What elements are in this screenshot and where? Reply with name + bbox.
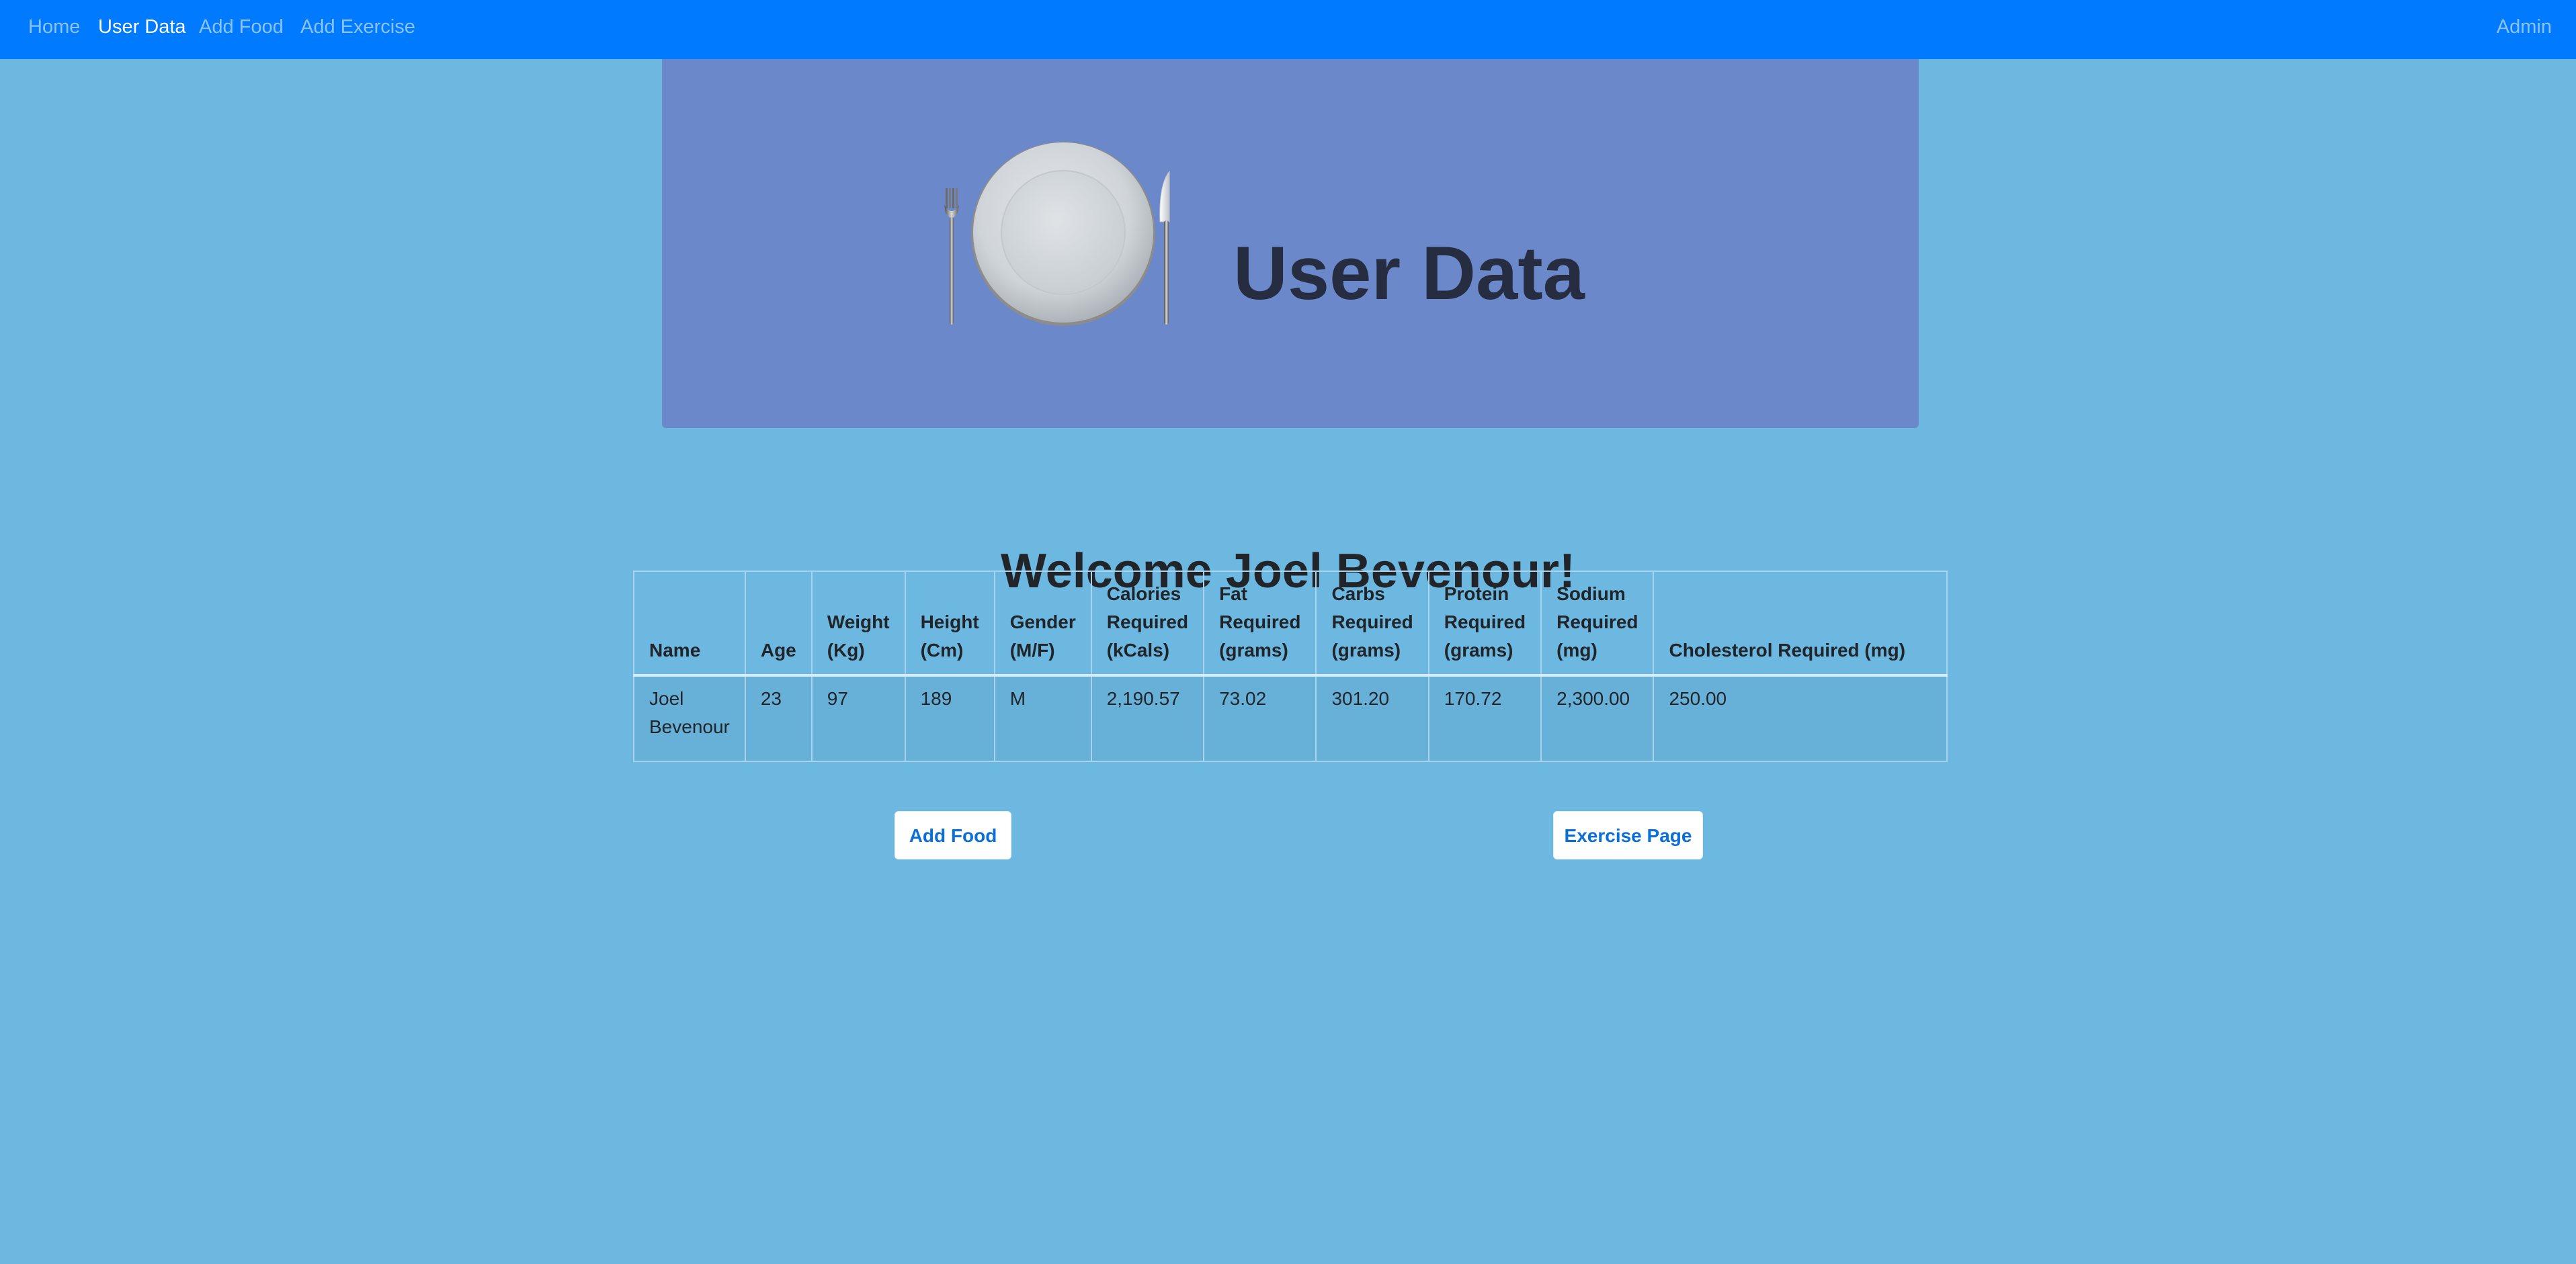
cell-cholesterol: 250.00	[1653, 675, 1948, 762]
header-name: Name	[633, 571, 746, 677]
header-carbs: Carbs Required (grams)	[1315, 571, 1429, 677]
header-gender: Gender (M/F)	[993, 571, 1092, 677]
table-header-row: Name Age Weight (Kg) Height (Cm) Gender …	[633, 571, 1948, 677]
header-sodium: Sodium Required (mg)	[1540, 571, 1655, 677]
cell-name: Joel Bevenour	[633, 675, 746, 762]
cell-sodium: 2,300.00	[1540, 675, 1655, 762]
cell-carbs: 301.20	[1315, 675, 1429, 762]
header-calories: Calories Required (kCals)	[1090, 571, 1205, 677]
nav-link-user-data[interactable]: User Data	[98, 15, 186, 39]
knife-icon	[1159, 170, 1170, 325]
header-weight: Weight (Kg)	[811, 571, 906, 677]
nav-link-add-food[interactable]: Add Food	[199, 15, 284, 39]
plate-fork-knife-icon	[944, 142, 1170, 326]
add-food-button[interactable]: Add Food	[895, 811, 1011, 859]
cell-fat: 73.02	[1203, 675, 1317, 762]
header-height: Height (Cm)	[904, 571, 995, 677]
nav-link-home[interactable]: Home	[28, 15, 80, 39]
header-fat: Fat Required (grams)	[1203, 571, 1317, 677]
cell-weight: 97	[811, 675, 906, 762]
cell-calories: 2,190.57	[1090, 675, 1205, 762]
nav-link-admin[interactable]: Admin	[2497, 15, 2552, 39]
fork-icon	[944, 188, 959, 325]
nav-link-add-exercise[interactable]: Add Exercise	[300, 15, 415, 39]
plate-icon	[971, 142, 1155, 326]
header-age: Age	[744, 571, 813, 677]
top-navbar: Home User Data Add Food Add Exercise Adm…	[0, 0, 2576, 59]
page-title: User Data	[1233, 231, 1585, 316]
cell-age: 23	[744, 675, 813, 762]
user-data-table: Name Age Weight (Kg) Height (Cm) Gender …	[633, 571, 1948, 762]
header-cholesterol: Cholesterol Required (mg)	[1653, 571, 1948, 677]
table-row: Joel Bevenour 23 97 189 M 2,190.57 73.02…	[633, 675, 1948, 762]
exercise-page-button[interactable]: Exercise Page	[1553, 811, 1703, 859]
cell-gender: M	[993, 675, 1092, 762]
cell-height: 189	[904, 675, 995, 762]
cell-protein: 170.72	[1427, 675, 1542, 762]
header-protein: Protein Required (grams)	[1427, 571, 1542, 677]
